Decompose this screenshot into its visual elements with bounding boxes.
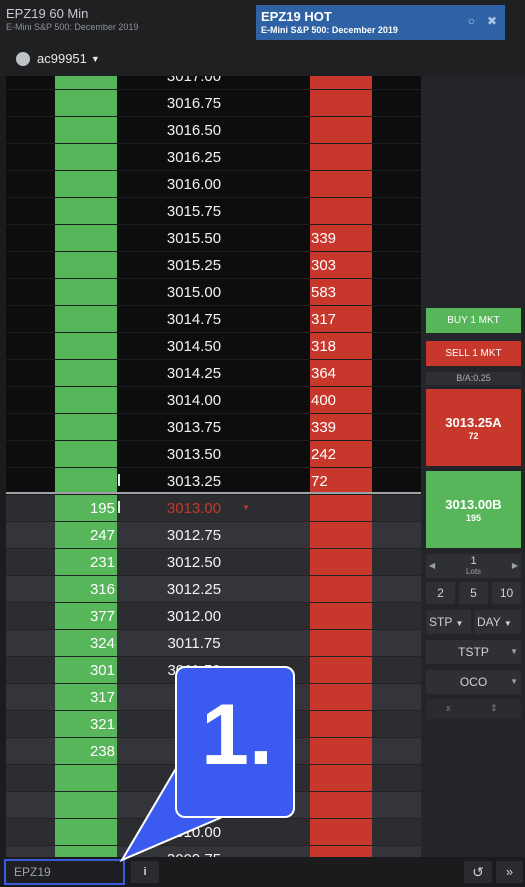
- callout-badge: 1.: [175, 666, 295, 818]
- callout-number: 1.: [201, 687, 273, 783]
